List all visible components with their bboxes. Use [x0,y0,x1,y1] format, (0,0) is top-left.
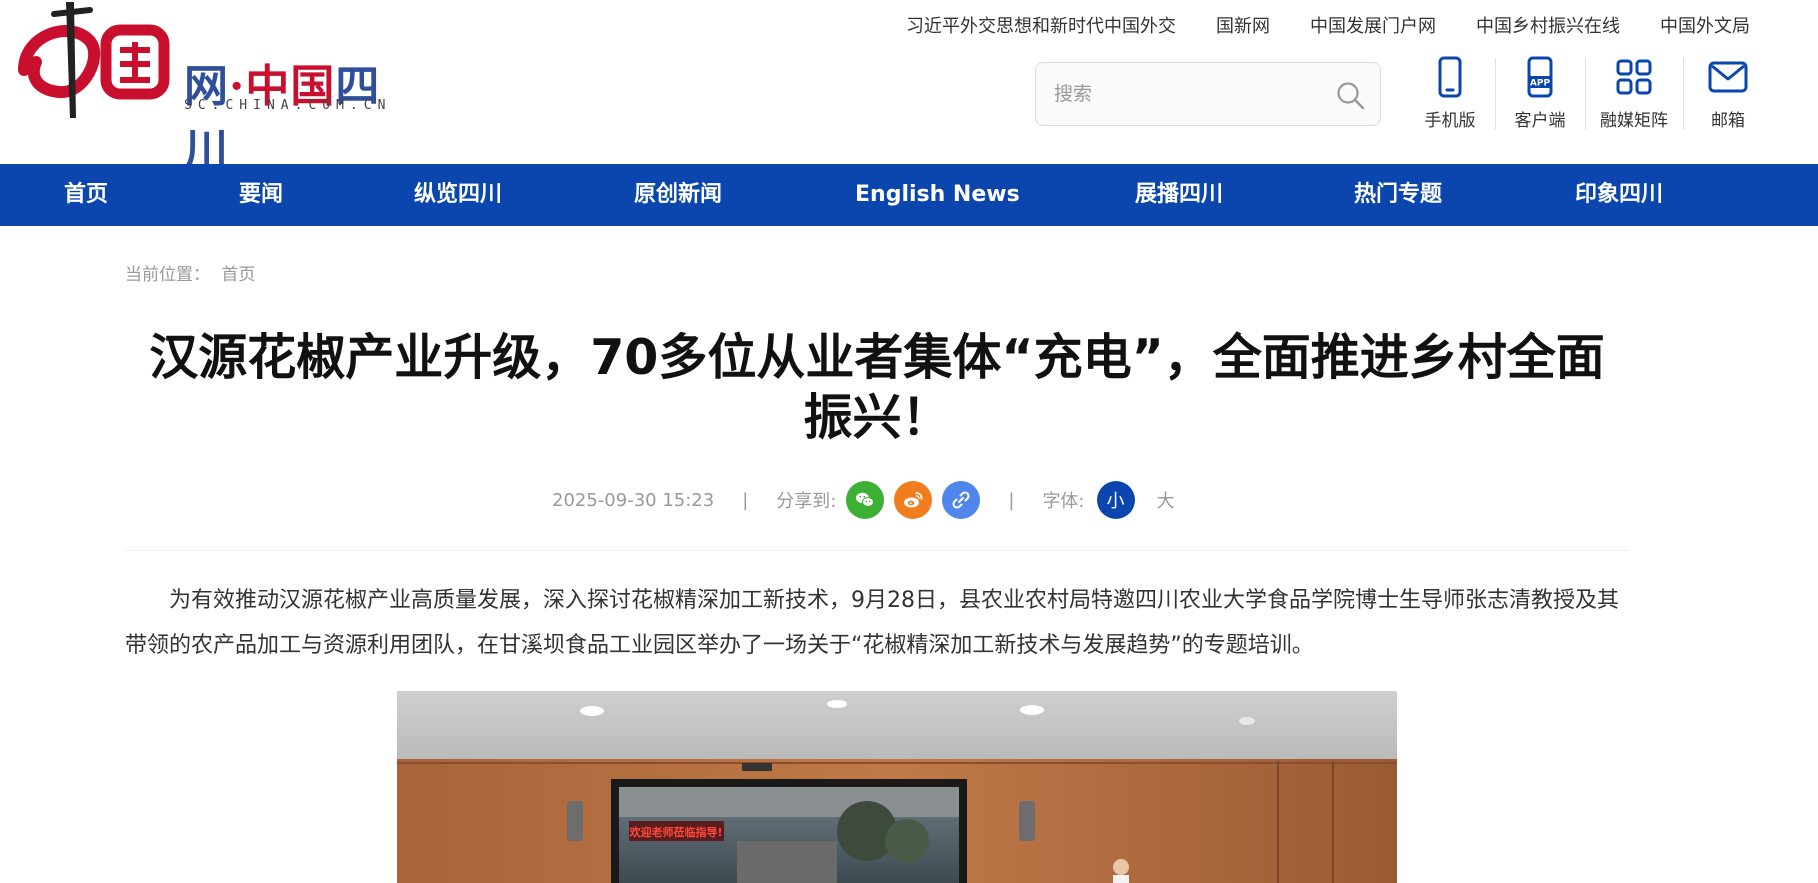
article-datetime: 2025-09-30 15:23 [552,489,715,511]
mail-label: 邮箱 [1711,111,1745,131]
article-meta: 2025-09-30 15:23 | 分享到: | 字体: 小 大 [552,480,1175,520]
share-label: 分享到: [776,491,837,512]
link-icon [952,491,970,509]
top-link-rural-revitalization[interactable]: 中国乡村振兴在线 [1476,12,1620,38]
article-title: 汉源花椒产业升级，70多位从业者集体“充电”，全面推进乡村全面振兴！ [149,329,1605,446]
mobile-icon [1438,56,1462,98]
font-large-button[interactable]: 大 [1157,487,1175,513]
nav-item-hot-topics[interactable]: 热门专题 [1354,164,1442,226]
font-size-label: 字体: [1042,491,1085,512]
top-link-diplomacy[interactable]: 习近平外交思想和新时代中国外交 [906,12,1176,38]
nav-item-sichuan-showcase[interactable]: 展播四川 [1135,164,1223,226]
top-link-scio[interactable]: 国新网 [1216,12,1270,38]
app-client-button[interactable]: APP 客户端 [1495,56,1585,131]
app-client-label: 客户端 [1514,111,1566,131]
nav-item-english-news[interactable]: English News [855,164,1020,226]
article-paragraph: 为有效推动汉源花椒产业高质量发展，深入探讨花椒精深加工新技术，9月28日，县农业… [125,588,1619,658]
share-wechat-button[interactable] [846,481,885,519]
logo-domain: SC.CHINA.COM.CN [184,98,392,113]
search-box [1035,62,1381,126]
meta-separator: | [742,489,749,511]
search-input[interactable] [1054,63,1324,125]
font-small-button[interactable]: 小 [1096,481,1135,519]
breadcrumb-prefix: 当前位置： [125,265,210,285]
copy-link-button[interactable] [942,481,981,519]
top-link-development-gateway[interactable]: 中国发展门户网 [1310,12,1436,38]
quick-tools: 手机版 APP 客户端 融媒矩阵 邮箱 [1405,56,1773,131]
wechat-icon [856,492,875,507]
nav-item-impression-sichuan[interactable]: 印象四川 [1575,164,1663,226]
media-matrix-label: 融媒矩阵 [1600,111,1668,131]
meta-separator: | [1008,489,1015,511]
nav-item-headlines[interactable]: 要闻 [239,164,283,226]
share-weibo-button[interactable] [894,481,933,519]
nav-item-sichuan-overview[interactable]: 纵览四川 [414,164,502,226]
app-icon: APP [1527,56,1553,98]
media-matrix-button[interactable]: 融媒矩阵 [1585,56,1683,131]
article-photo-illustration: 欢迎老师莅临指导! [397,691,1397,883]
main-nav: 首页 要闻 纵览四川 原创新闻 English News 展播四川 热门专题 印… [0,164,1818,226]
mail-button[interactable]: 邮箱 [1683,56,1773,131]
top-links: 习近平外交思想和新时代中国外交 国新网 中国发展门户网 中国乡村振兴在线 中国外… [906,12,1750,38]
grid-icon [1616,59,1652,95]
app-badge: APP [1530,79,1551,89]
mobile-version-button[interactable]: 手机版 [1405,56,1495,131]
search-icon[interactable] [1334,79,1366,111]
nav-item-home[interactable]: 首页 [64,164,108,226]
breadcrumb: 当前位置： 首页 [125,260,255,285]
site-header: 网·中国四川 SC.CHINA.COM.CN 习近平外交思想和新时代中国外交 国… [0,0,1818,176]
mobile-version-label: 手机版 [1424,111,1476,131]
breadcrumb-home-link[interactable]: 首页 [221,265,255,285]
top-link-cipg[interactable]: 中国外文局 [1660,12,1750,38]
nav-item-original-news[interactable]: 原创新闻 [634,164,722,226]
meta-divider [125,550,1629,551]
photo-screen-text: 欢迎老师莅临指导! [628,825,722,839]
china-calligraphy-logo-icon [18,2,170,118]
weibo-icon [904,492,923,508]
site-logo[interactable]: 网·中国四川 SC.CHINA.COM.CN [14,0,404,176]
article-photo: 欢迎老师莅临指导! [397,691,1397,883]
mail-icon [1708,61,1748,93]
logo-wordmark: 网·中国四川 [184,61,381,176]
